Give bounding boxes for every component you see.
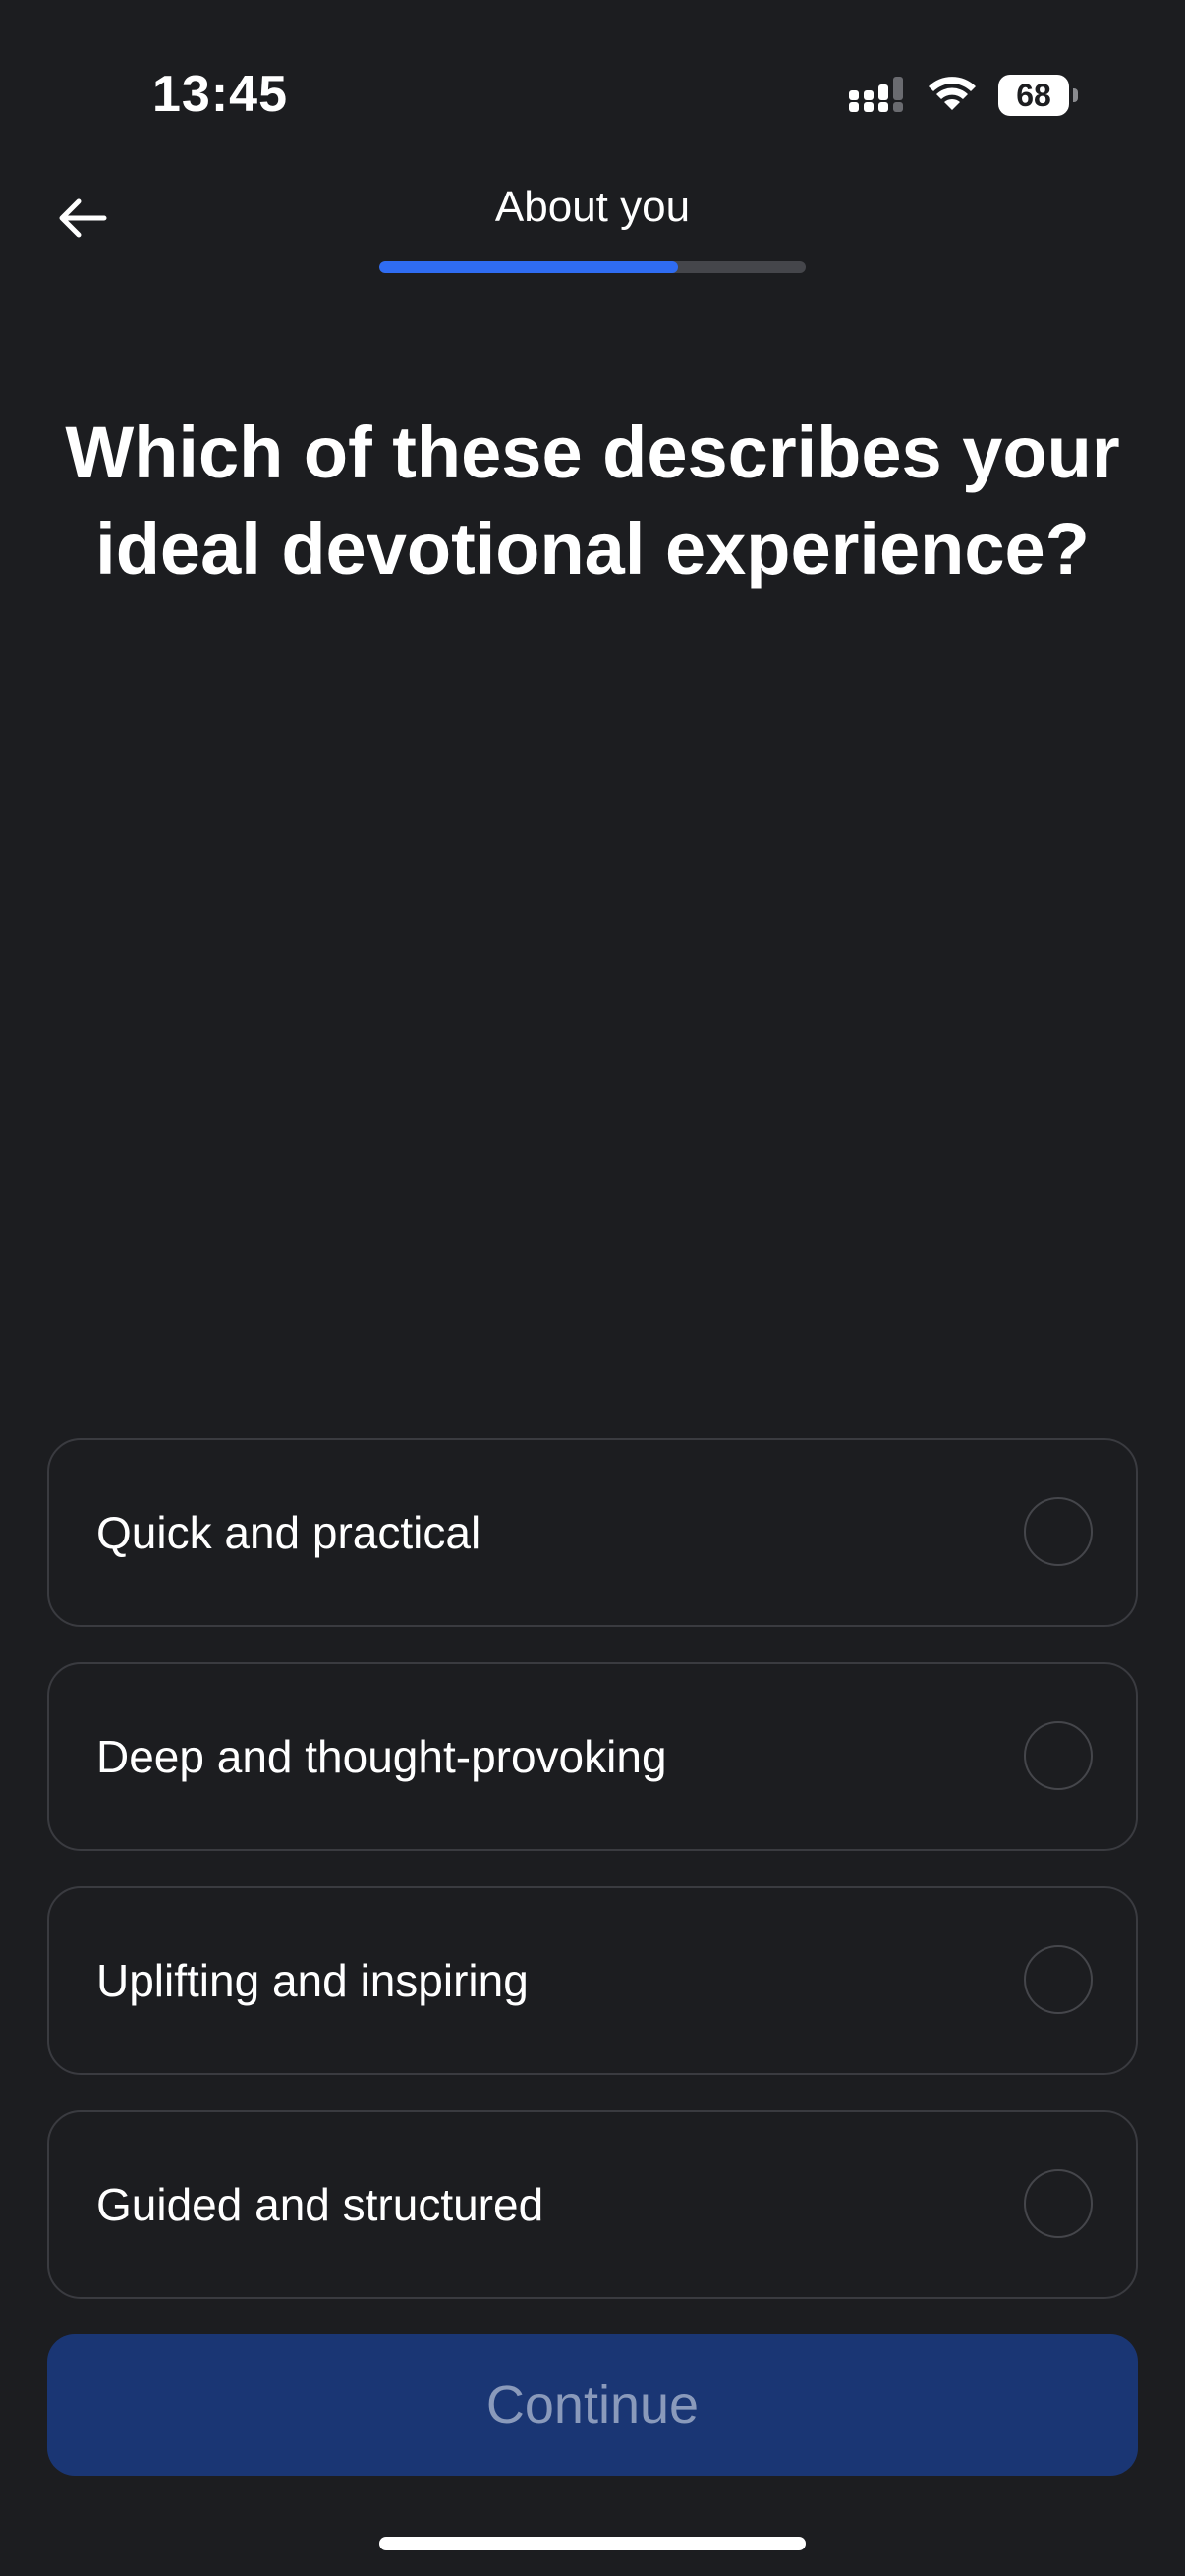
option-guided-and-structured[interactable]: Guided and structured — [47, 2110, 1138, 2299]
continue-button[interactable]: Continue — [47, 2334, 1138, 2476]
options-list: Quick and practical Deep and thought-pro… — [47, 1438, 1138, 2334]
option-uplifting-and-inspiring[interactable]: Uplifting and inspiring — [47, 1886, 1138, 2075]
radio-button[interactable] — [1024, 2169, 1093, 2238]
radio-button[interactable] — [1024, 1945, 1093, 2014]
header-title: About you — [494, 183, 691, 231]
option-label: Quick and practical — [96, 1507, 481, 1558]
status-time: 13:45 — [152, 66, 288, 123]
wifi-icon — [929, 77, 976, 110]
option-label: Uplifting and inspiring — [96, 1955, 529, 2006]
option-quick-and-practical[interactable]: Quick and practical — [47, 1438, 1138, 1627]
question-heading: Which of these describes your ideal devo… — [65, 412, 1120, 589]
radio-button[interactable] — [1024, 1721, 1093, 1790]
progress-fill — [379, 261, 678, 273]
battery-level: 68 — [998, 75, 1069, 116]
option-deep-and-thought-provoking[interactable]: Deep and thought-provoking — [47, 1662, 1138, 1851]
progress-bar — [379, 261, 806, 273]
option-label: Guided and structured — [96, 2179, 544, 2230]
status-bar: 13:45 68 — [0, 0, 1185, 187]
battery-cap — [1073, 88, 1078, 102]
option-label: Deep and thought-provoking — [96, 1731, 667, 1782]
signal-icon — [849, 77, 903, 112]
battery-icon: 68 — [998, 75, 1078, 116]
home-indicator — [379, 2537, 806, 2550]
radio-button[interactable] — [1024, 1497, 1093, 1566]
